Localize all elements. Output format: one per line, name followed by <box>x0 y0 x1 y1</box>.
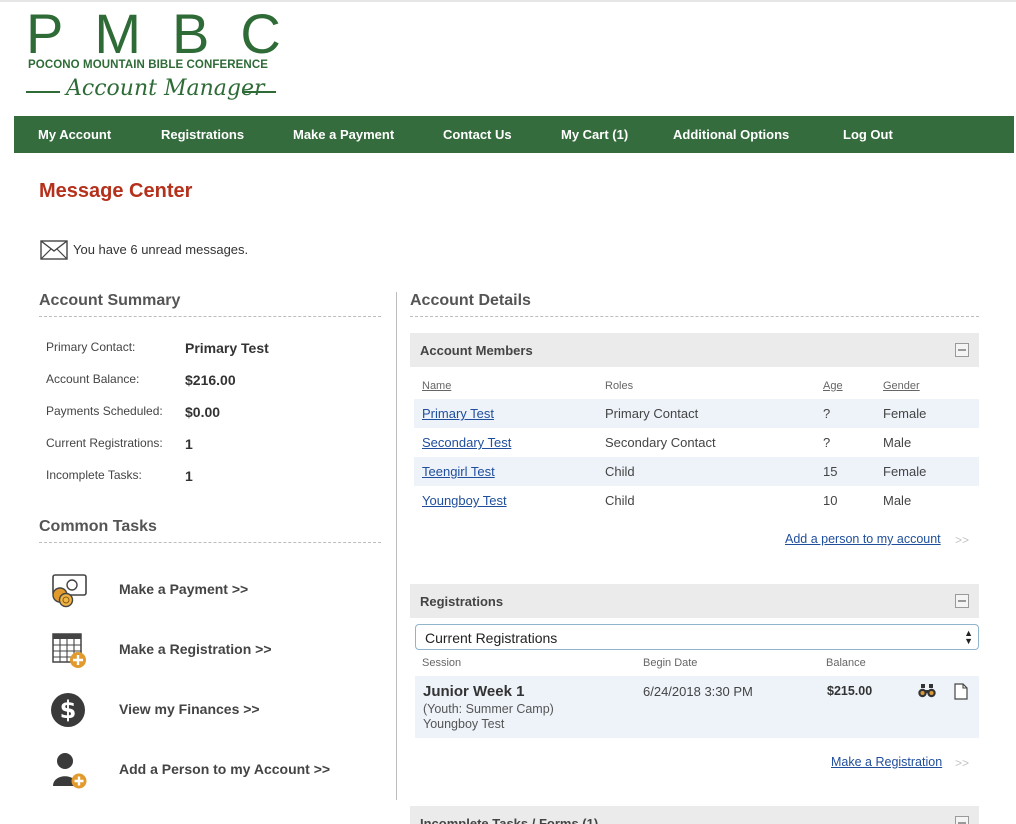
member-name-link[interactable]: Secondary Test <box>422 435 511 450</box>
nav-contact-us[interactable]: Contact Us <box>443 116 512 153</box>
account-members-panel-header: Account Members <box>410 333 979 367</box>
main-nav: My Account Registrations Make a Payment … <box>14 116 1014 153</box>
nav-make-a-payment[interactable]: Make a Payment <box>293 116 394 153</box>
account-members-title: Account Members <box>420 343 533 358</box>
summary-value-account-balance: $216.00 <box>185 372 236 388</box>
logo-tagline-row: Account Manager <box>26 76 278 104</box>
add-person-icon[interactable] <box>50 751 88 789</box>
make-registration-link[interactable]: Make a Registration <box>831 755 942 769</box>
table-row: Primary Test Primary Contact ? Female <box>414 399 979 428</box>
members-col-gender[interactable]: Gender <box>883 380 920 392</box>
registrations-filter-select[interactable]: Current Registrations ▲ ▼ <box>415 624 979 650</box>
nav-log-out[interactable]: Log Out <box>843 116 893 153</box>
reg-session-type: (Youth: Summer Camp) <box>423 702 554 716</box>
summary-label-current-registrations: Current Registrations: <box>46 436 163 450</box>
nav-my-cart[interactable]: My Cart (1) <box>561 116 628 153</box>
logo-rule-left <box>26 91 60 93</box>
member-gender: Male <box>883 493 912 508</box>
member-gender: Male <box>883 435 912 450</box>
chevron-right-icon: >> <box>955 533 970 547</box>
member-role: Child <box>605 493 635 508</box>
table-row: Secondary Test Secondary Contact ? Male <box>414 428 979 457</box>
nav-registrations[interactable]: Registrations <box>161 116 244 153</box>
add-person-link[interactable]: Add a person to my account <box>785 532 941 546</box>
reg-col-session: Session <box>422 657 462 669</box>
pmbc-logo[interactable]: PMBC POCONO MOUNTAIN BIBLE CONFERENCE Ac… <box>26 6 282 106</box>
summary-label-payments-scheduled: Payments Scheduled: <box>46 404 163 418</box>
collapse-icon[interactable] <box>955 816 969 824</box>
task-view-finances-link[interactable]: View my Finances >> <box>119 701 260 717</box>
incomplete-tasks-title: Incomplete Tasks / Forms (1) <box>420 816 599 824</box>
summary-value-current-registrations: 1 <box>185 436 193 452</box>
registration-row: Junior Week 1 (Youth: Summer Camp) Young… <box>415 676 979 738</box>
members-col-name[interactable]: Name <box>422 380 451 392</box>
dollar-circle-icon[interactable]: $ <box>50 691 88 729</box>
account-details-heading: Account Details <box>410 292 979 317</box>
summary-value-payments-scheduled: $0.00 <box>185 404 221 420</box>
member-age: ? <box>823 435 831 450</box>
member-role: Child <box>605 464 635 479</box>
summary-value-incomplete-tasks: 1 <box>185 468 193 484</box>
registrations-title: Registrations <box>420 594 504 609</box>
member-role: Primary Contact <box>605 406 699 421</box>
table-row: Youngboy Test Child 10 Male <box>414 486 979 515</box>
calendar-add-icon[interactable] <box>50 631 88 669</box>
task-make-payment-link[interactable]: Make a Payment >> <box>119 581 248 597</box>
unread-messages-text[interactable]: You have 6 unread messages. <box>73 242 248 257</box>
table-row: Teengirl Test Child 15 Female <box>414 457 979 486</box>
envelope-icon[interactable] <box>40 240 68 260</box>
common-tasks-heading: Common Tasks <box>39 518 381 543</box>
task-make-registration-link[interactable]: Make a Registration >> <box>119 641 272 657</box>
member-gender: Female <box>883 464 927 479</box>
logo-letters: PMBC <box>26 2 312 65</box>
page-title: Message Center <box>39 180 193 202</box>
logo-tagline: Account Manager <box>66 76 265 101</box>
svg-text:$: $ <box>60 696 77 724</box>
summary-value-primary-contact: Primary Test <box>185 340 269 356</box>
member-gender: Female <box>883 406 927 421</box>
registrations-filter-value: Current Registrations <box>425 630 558 646</box>
member-name-link[interactable]: Teengirl Test <box>422 464 495 479</box>
nav-additional-options[interactable]: Additional Options <box>673 116 789 153</box>
reg-begin-date: 6/24/2018 3:30 PM <box>643 684 753 699</box>
member-name-link[interactable]: Primary Test <box>422 406 494 421</box>
member-age: 15 <box>823 464 838 479</box>
reg-balance: $215.00 <box>827 684 873 698</box>
account-summary-heading: Account Summary <box>39 292 381 317</box>
money-coins-icon[interactable] <box>50 571 88 609</box>
collapse-icon[interactable] <box>955 343 969 357</box>
nav-my-account[interactable]: My Account <box>38 116 111 153</box>
members-col-age[interactable]: Age <box>823 380 843 392</box>
member-age: ? <box>823 406 831 421</box>
collapse-icon[interactable] <box>955 594 969 608</box>
summary-label-incomplete-tasks: Incomplete Tasks: <box>46 468 142 482</box>
column-divider <box>396 292 397 800</box>
members-col-roles: Roles <box>605 380 634 392</box>
member-age: 10 <box>823 493 838 508</box>
chevron-right-icon: >> <box>955 756 970 770</box>
registrations-panel-header: Registrations <box>410 584 979 618</box>
summary-label-primary-contact: Primary Contact: <box>46 340 136 354</box>
select-arrows-icon: ▲ ▼ <box>964 628 973 646</box>
reg-person: Youngboy Test <box>423 717 505 731</box>
task-add-person-link[interactable]: Add a Person to my Account >> <box>119 761 330 777</box>
reg-session-name: Junior Week 1 <box>423 683 525 700</box>
binoculars-icon[interactable] <box>918 684 936 698</box>
logo-subtitle: POCONO MOUNTAIN BIBLE CONFERENCE <box>28 59 269 71</box>
logo-rule-right <box>242 91 276 93</box>
member-role: Secondary Contact <box>605 435 716 450</box>
incomplete-tasks-panel-header: Incomplete Tasks / Forms (1) <box>410 806 979 824</box>
summary-label-account-balance: Account Balance: <box>46 372 140 386</box>
reg-col-begin-date: Begin Date <box>643 657 698 669</box>
document-icon[interactable] <box>954 683 968 700</box>
reg-col-balance: Balance <box>826 657 866 669</box>
member-name-link[interactable]: Youngboy Test <box>422 493 507 508</box>
